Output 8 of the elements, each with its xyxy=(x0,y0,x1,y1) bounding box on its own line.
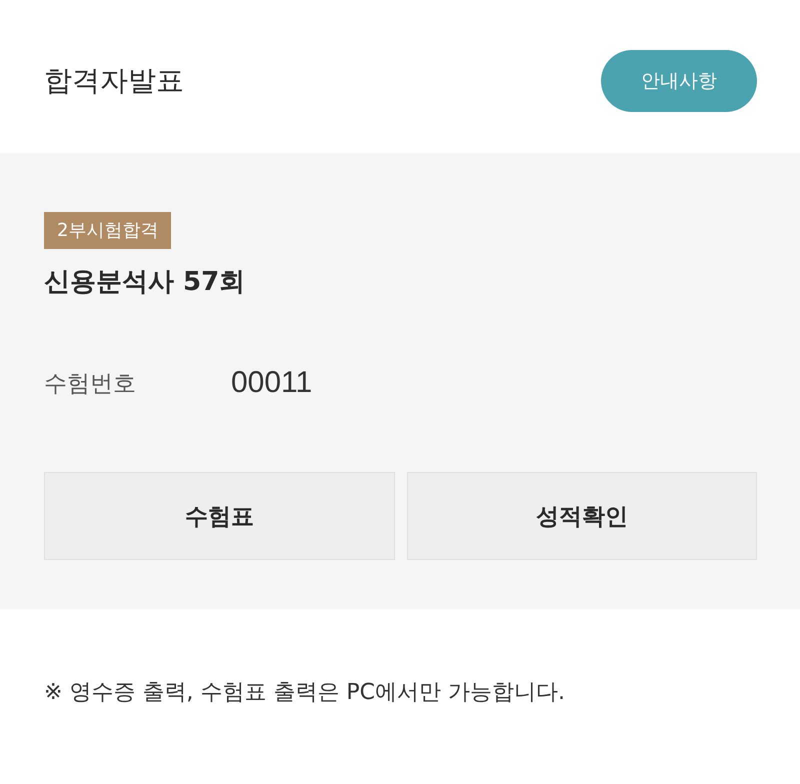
action-button[interactable]: 성적확인 xyxy=(406,472,757,560)
action-button[interactable]: 수험표 xyxy=(44,472,394,560)
field-value: 00011 xyxy=(231,366,312,400)
field-label: 수험번호 xyxy=(44,370,137,398)
page-title: 합격자발표 xyxy=(44,63,184,99)
exam-title: 신용분석사 57회 xyxy=(44,266,246,299)
notice-text: ※ 영수증 출력, 수험표 출력은 PC에서만 가능합니다. xyxy=(43,679,566,707)
status-badge: 2부시험합격 xyxy=(44,212,172,249)
